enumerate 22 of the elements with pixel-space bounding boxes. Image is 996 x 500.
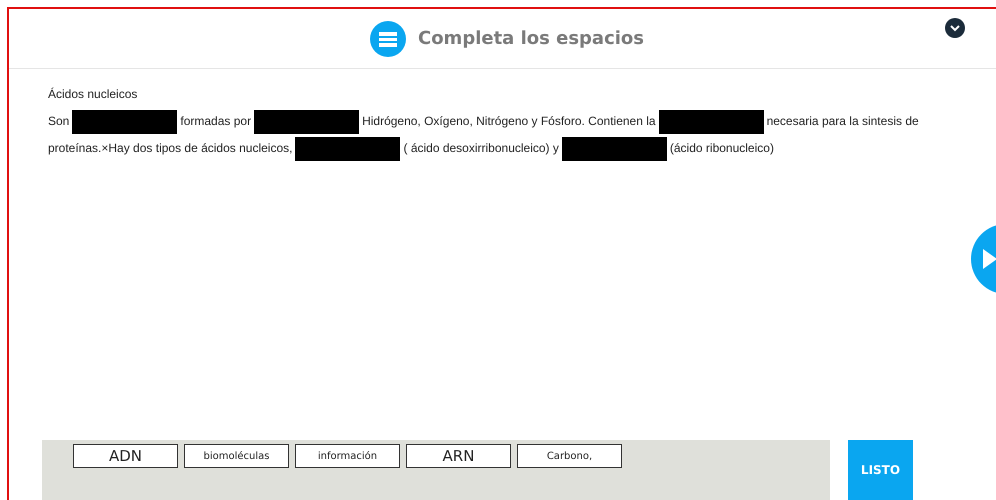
word-chip[interactable]: Carbono, xyxy=(517,444,622,468)
sentence-text: ( ácido desoxirribonucleico) y xyxy=(403,140,559,157)
word-chip[interactable]: información xyxy=(295,444,400,468)
sentence-text: proteínas.×Hay dos tipos de ácidos nucleicos, xyxy=(48,140,292,157)
blank-field[interactable] xyxy=(295,136,400,160)
play-icon xyxy=(983,249,996,269)
sentence-text: necesaria para la sintesis de xyxy=(766,113,919,130)
fill-blanks-icon xyxy=(370,20,406,56)
sentence-text: Son xyxy=(48,113,70,130)
sentence-text: (ácido ribonucleico) xyxy=(670,140,774,157)
blank-field[interactable] xyxy=(658,110,764,134)
sentence-text: formadas por xyxy=(180,113,252,130)
word-chip[interactable]: ARN xyxy=(406,444,511,468)
blank-field[interactable] xyxy=(72,110,178,134)
word-chip[interactable]: biomoléculas xyxy=(184,444,289,468)
chevron-down-icon[interactable] xyxy=(945,18,965,38)
exercise-heading: Ácidos nucleicos xyxy=(48,86,138,103)
header-title: Completa los espacios xyxy=(418,27,644,51)
blank-field[interactable] xyxy=(562,136,667,160)
word-chip[interactable]: ADN xyxy=(73,444,178,468)
blank-field[interactable] xyxy=(254,110,360,134)
sentence-text: Hidrógeno, Oxígeno, Nitrógeno y Fósforo. Contienen la xyxy=(362,113,656,130)
